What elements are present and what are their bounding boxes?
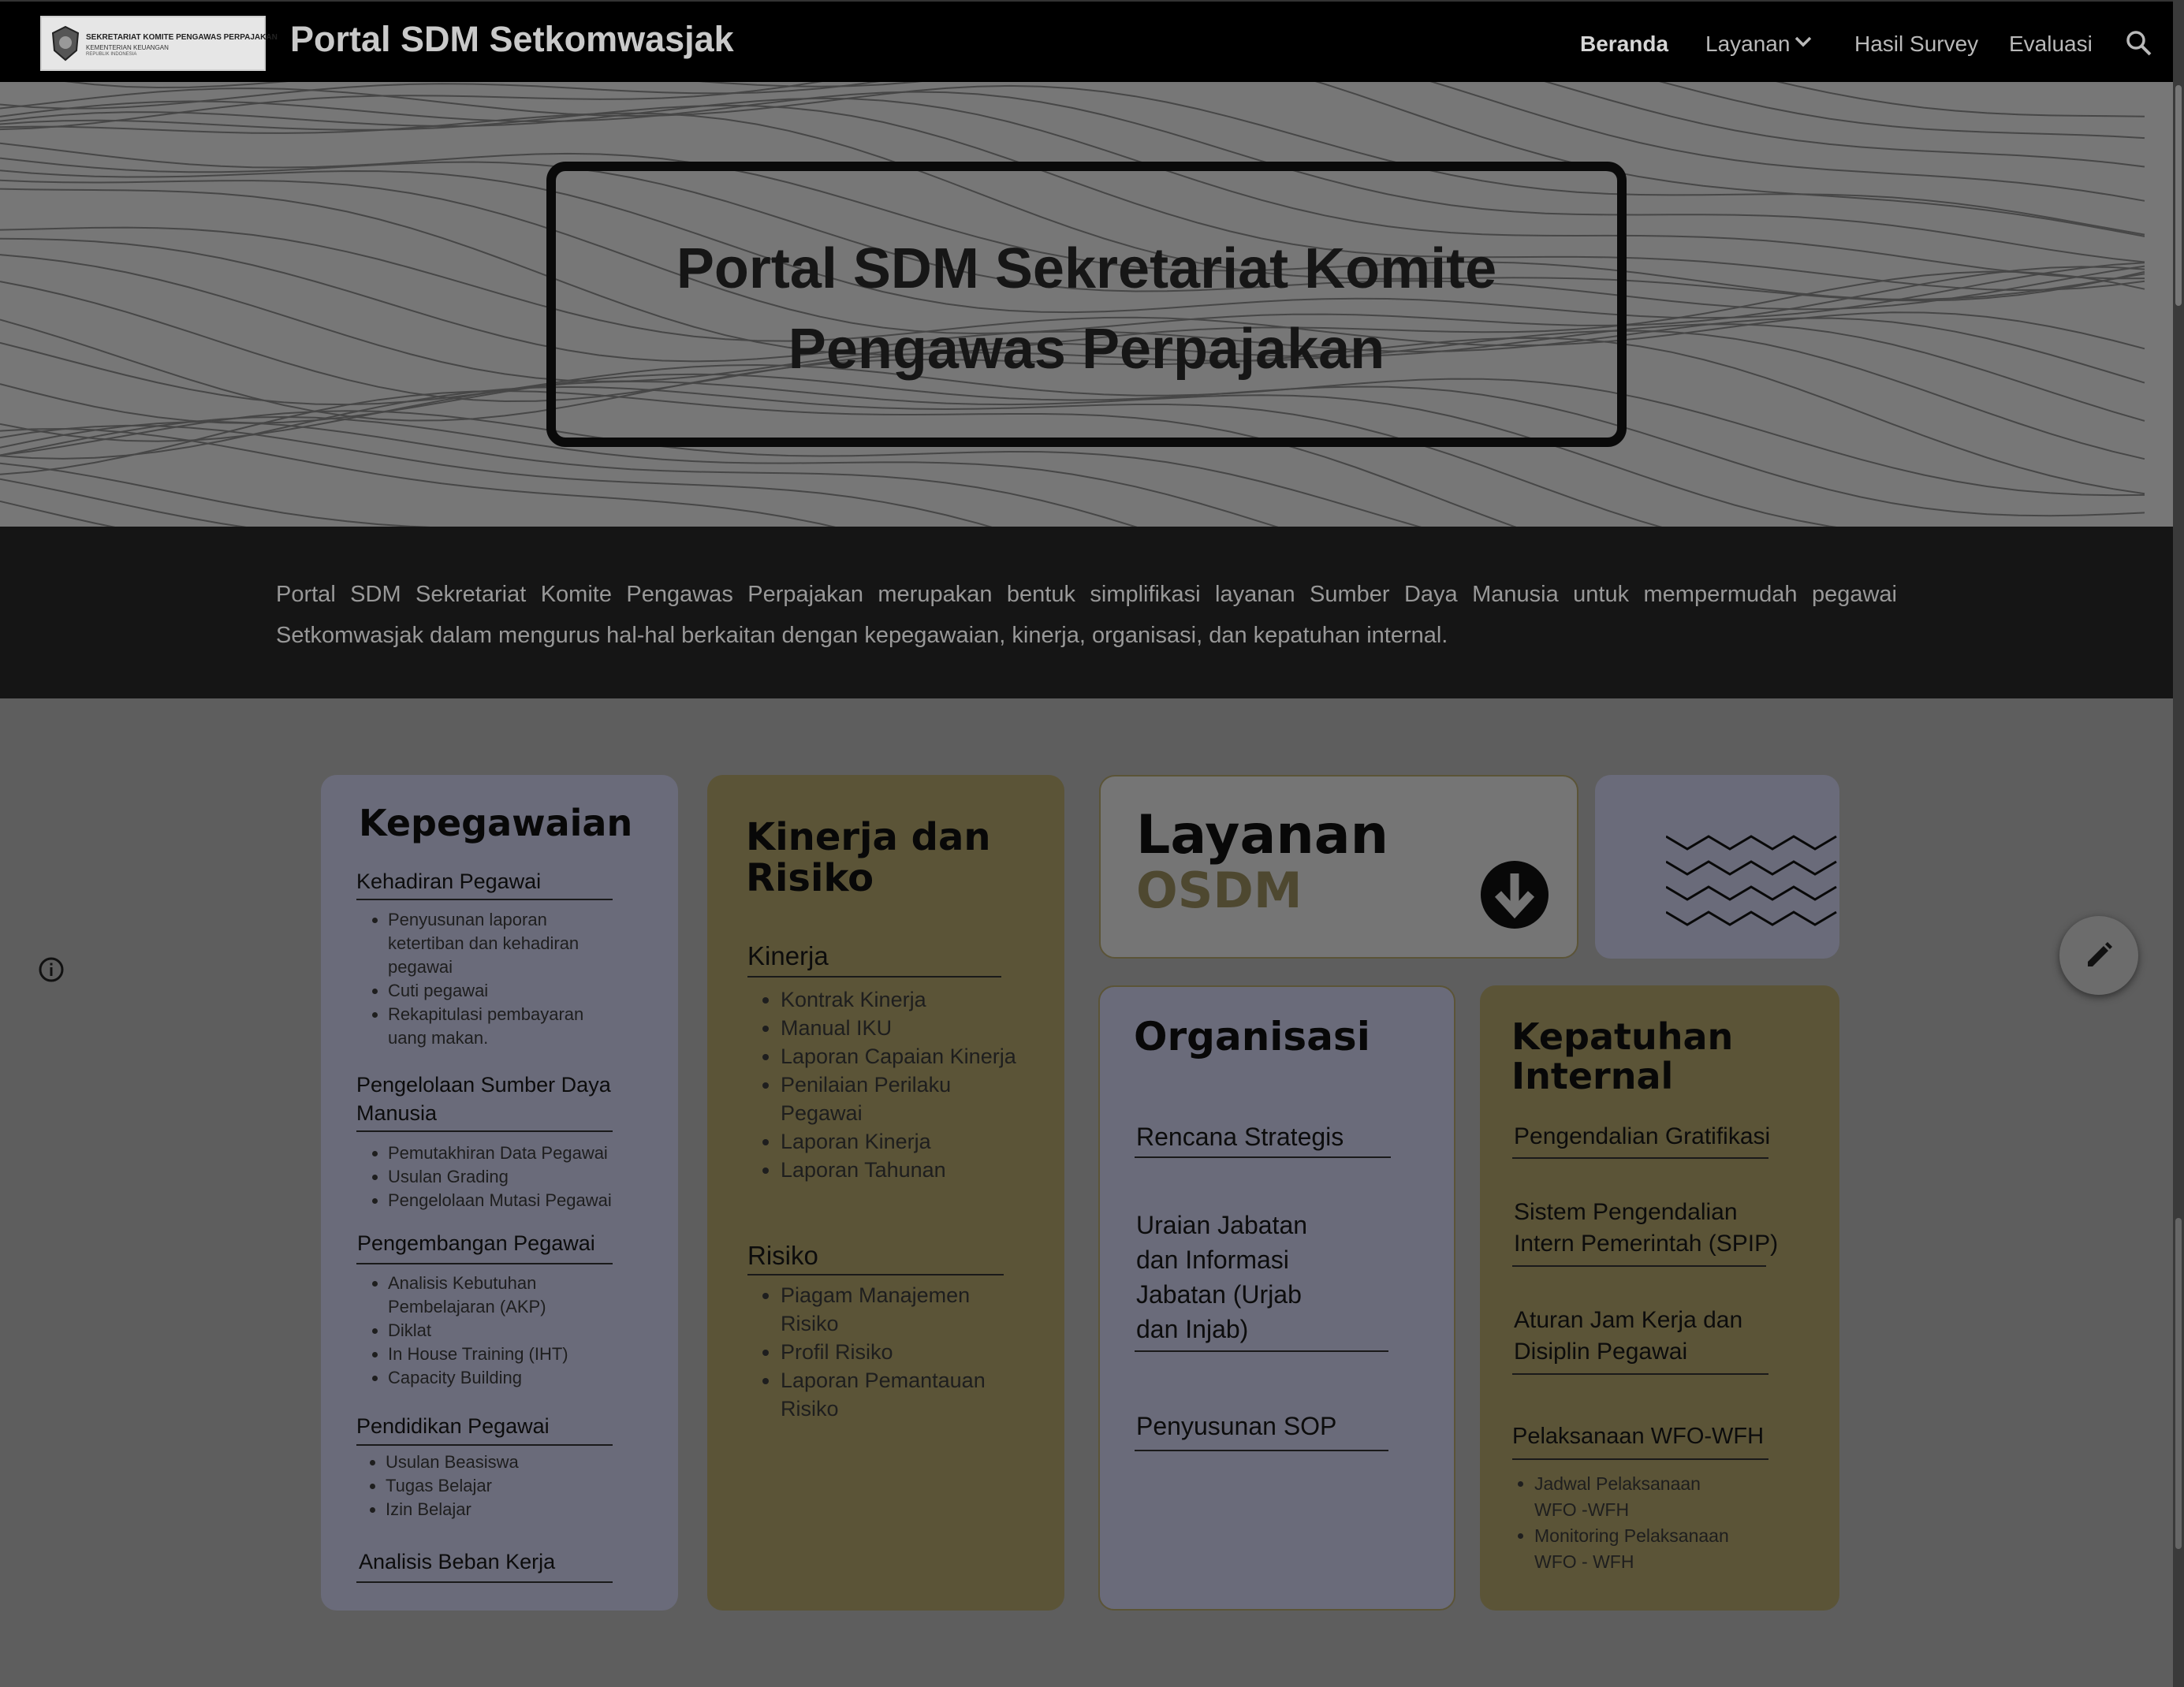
arrow-down-circle-icon[interactable] [1479, 859, 1550, 930]
kinerja-risiko-card[interactable] [707, 775, 1064, 1611]
site-title[interactable]: Portal SDM Setkomwasjak [290, 19, 734, 60]
divider [1512, 1373, 1768, 1375]
list-item[interactable]: Profil Risiko [781, 1338, 986, 1366]
list-item[interactable]: Diklat [388, 1319, 568, 1343]
link-pelaksanaan-wfo-wfh[interactable]: Pelaksanaan WFO-WFH [1512, 1419, 1764, 1454]
section-kinerja[interactable]: Kinerja [747, 941, 829, 971]
pencil-icon [2088, 942, 2112, 966]
divider [747, 976, 1001, 978]
section-analisis-beban-kerja[interactable]: Analisis Beban Kerja [359, 1550, 555, 1574]
edit-button[interactable] [2059, 916, 2138, 995]
info-icon[interactable] [38, 956, 65, 983]
pengelolaan-list: Pemutakhiran Data Pegawai Usulan Grading… [356, 1141, 612, 1212]
list-item[interactable]: Manual IKU [781, 1014, 1016, 1042]
list-item[interactable]: Laporan Kinerja [781, 1127, 1016, 1156]
logo-line-3: REPUBLIK INDONESIA [86, 52, 137, 57]
section-risiko[interactable]: Risiko [747, 1241, 818, 1271]
site-logo[interactable]: SEKRETARIAT KOMITE PENGAWAS PERPAJAKAN K… [40, 16, 278, 71]
divider [1512, 1157, 1768, 1159]
link-uraian-jabatan[interactable]: Uraian Jabatan dan Informasi Jabatan (Urj… [1136, 1208, 1307, 1346]
pendidikan-list: Usulan Beasiswa Tugas Belajar Izin Belaj… [354, 1451, 519, 1521]
decorative-zigzag-card [1595, 775, 1839, 959]
wave-line [0, 478, 247, 527]
organisasi-title: Organisasi [1134, 1014, 1370, 1059]
divider [1135, 1450, 1388, 1451]
list-item[interactable]: Laporan PemantauanRisiko [781, 1366, 986, 1423]
link-aturan-jam-kerja[interactable]: Aturan Jam Kerja dan Disiplin Pegawai [1514, 1305, 1742, 1368]
list-item[interactable]: Pengelolaan Mutasi Pegawai [388, 1189, 612, 1212]
list-item[interactable]: Usulan Grading [388, 1165, 612, 1189]
list-item[interactable]: Laporan Tahunan [781, 1156, 1016, 1184]
list-item[interactable]: Monitoring PelaksanaanWFO - WFH [1534, 1523, 1729, 1575]
divider [1135, 1156, 1391, 1158]
link-pengendalian-gratifikasi[interactable]: Pengendalian Gratifikasi [1514, 1119, 1770, 1154]
hero-title-line-1: Portal SDM Sekretariat Komite [676, 237, 1497, 300]
divider [356, 1263, 613, 1264]
list-item[interactable]: In House Training (IHT) [388, 1343, 568, 1366]
kehadiran-list: Penyusunan laporanketertiban dan kehadir… [356, 908, 583, 1050]
list-item[interactable]: Usulan Beasiswa [386, 1451, 519, 1474]
kinerja-risiko-title: Kinerja dan Risiko [746, 815, 991, 900]
list-item[interactable]: Laporan Capaian Kinerja [781, 1042, 1016, 1071]
wave-line [0, 500, 116, 527]
link-penyusunan-sop[interactable]: Penyusunan SOP [1136, 1409, 1336, 1443]
pengembangan-list: Analisis KebutuhanPembelajaran (AKP) Dik… [356, 1272, 568, 1390]
logo-line-2: KEMENTERIAN KEUANGAN [86, 44, 169, 51]
nav-link-hasil-survey[interactable]: Hasil Survey [1854, 32, 1978, 57]
list-item[interactable]: Cuti pegawai [388, 979, 583, 1003]
list-item[interactable]: Tugas Belajar [386, 1474, 519, 1498]
list-item[interactable]: Kontrak Kinerja [781, 985, 1016, 1014]
search-icon[interactable] [2126, 30, 2152, 57]
section-pengembangan-pegawai[interactable]: Pengembangan Pegawai [357, 1231, 595, 1256]
wfo-wfh-list: Jadwal PelaksanaanWFO -WFH Monitoring Pe… [1503, 1471, 1729, 1575]
list-item[interactable]: Izin Belajar [386, 1498, 519, 1521]
divider [356, 1130, 613, 1132]
divider [356, 1581, 613, 1583]
scrollbar-thumb[interactable] [2175, 85, 2182, 306]
divider [1512, 1265, 1766, 1267]
list-item[interactable]: Analisis KebutuhanPembelajaran (AKP) [388, 1272, 568, 1319]
section-pengelolaan-sdm[interactable]: Pengelolaan Sumber Daya Manusia [356, 1071, 611, 1127]
top-navigation-bar: SEKRETARIAT KOMITE PENGAWAS PERPAJAKAN K… [0, 0, 2173, 84]
link-rencana-strategis[interactable]: Rencana Strategis [1136, 1119, 1344, 1154]
layanan-word: Layanan [1136, 804, 1389, 866]
wave-line [1776, 82, 2145, 117]
wave-line [64, 82, 2145, 168]
list-item[interactable]: Penilaian PerilakuPegawai [781, 1071, 1016, 1127]
kinerja-list: Kontrak Kinerja Manual IKU Laporan Capai… [749, 985, 1016, 1184]
intro-text: Portal SDM Sekretariat Komite Pengawas P… [276, 582, 1897, 648]
kepegawaian-title: Kepegawaian [359, 802, 633, 844]
divider [1512, 1458, 1768, 1460]
divider [356, 899, 613, 900]
emblem-icon [51, 25, 80, 61]
list-item[interactable]: Capacity Building [388, 1366, 568, 1390]
hero-title-line-2: Pengawas Perpajakan [788, 318, 1385, 381]
risiko-list: Piagam ManajemenRisiko Profil Risiko Lap… [749, 1281, 986, 1423]
logo-line-1: SEKRETARIAT KOMITE PENGAWAS PERPAJAKAN [86, 33, 278, 42]
scrollbar-thumb-secondary[interactable] [2175, 1218, 2182, 1549]
list-item[interactable]: Pemutakhiran Data Pegawai [388, 1141, 612, 1165]
divider [1135, 1350, 1388, 1352]
list-item[interactable]: Piagam ManajemenRisiko [781, 1281, 986, 1338]
wave-line [0, 462, 431, 527]
hero-title: Portal SDM Sekretariat Komite Pengawas P… [546, 229, 1627, 389]
section-kehadiran-pegawai[interactable]: Kehadiran Pegawai [356, 870, 541, 894]
list-item[interactable]: Rekapitulasi pembayaranuang makan. [388, 1003, 583, 1050]
kepatuhan-internal-title: Kepatuhan Internal [1511, 1015, 1734, 1097]
nav-link-evaluasi[interactable]: Evaluasi [2009, 32, 2093, 57]
nav-link-beranda[interactable]: Beranda [1580, 32, 1668, 57]
section-pendidikan-pegawai[interactable]: Pendidikan Pegawai [356, 1414, 550, 1439]
osdm-word: OSDM [1136, 862, 1303, 919]
list-item[interactable]: Penyusunan laporanketertiban dan kehadir… [388, 908, 583, 979]
divider [747, 1274, 1004, 1275]
nav-link-layanan[interactable]: Layanan [1705, 32, 1790, 57]
link-spip[interactable]: Sistem Pengendalian Intern Pemerintah (SP… [1514, 1197, 1778, 1260]
zigzag-icon [1666, 835, 1837, 926]
list-item[interactable]: Jadwal PelaksanaanWFO -WFH [1534, 1471, 1729, 1523]
chevron-down-icon[interactable] [1795, 36, 1812, 47]
divider [356, 1444, 613, 1446]
